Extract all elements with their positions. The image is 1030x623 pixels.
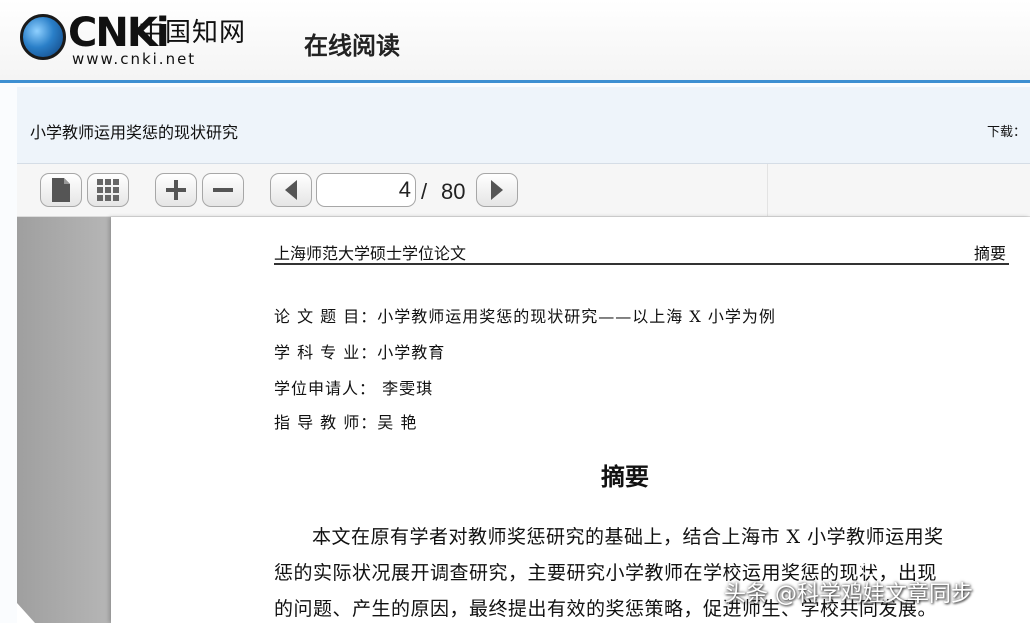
watermark-text: 头条 @科学鸡娃文章同步 xyxy=(724,582,973,607)
running-head-university: 上海师范大学硕士学位论文 xyxy=(274,244,467,263)
page-separator: / xyxy=(421,179,428,204)
page-fold-icon xyxy=(17,603,35,623)
meta-row-thesis-title: 论 文 题 目：小学教师运用奖惩的现状研究——以上海 X 小学为例 xyxy=(274,303,776,327)
meta-value: 小学教师运用奖惩的现状研究——以上海 X 小学为例 xyxy=(377,307,776,326)
next-page-button[interactable] xyxy=(476,173,518,207)
logo-url: www.cnki.net xyxy=(72,50,197,68)
arrow-right-icon xyxy=(491,180,503,200)
download-label[interactable]: 下载： xyxy=(987,121,1026,140)
document-title: 小学教师运用奖惩的现状研究 xyxy=(30,123,239,142)
previous-page-button[interactable] xyxy=(270,173,312,207)
page-icon xyxy=(52,178,70,202)
single-page-view-button[interactable] xyxy=(40,173,82,207)
document-page: 上海师范大学硕士学位论文 摘要 论 文 题 目：小学教师运用奖惩的现状研究——以… xyxy=(111,217,1030,623)
app-title: 在线阅读 xyxy=(304,32,400,60)
minus-icon xyxy=(213,188,233,192)
zoom-in-button[interactable] xyxy=(155,173,197,207)
reader-toolbar: / 80 xyxy=(17,164,1030,217)
meta-value: 李雯琪 xyxy=(376,379,434,398)
meta-row-supervisor: 指 导 教 师：吴 艳 xyxy=(274,409,417,433)
meta-value: 吴 艳 xyxy=(377,413,418,432)
meta-row-major: 学 科 专 业：小学教育 xyxy=(274,339,445,363)
total-pages: 80 xyxy=(441,179,466,204)
abstract-heading: 摘要 xyxy=(601,463,649,491)
viewer-gutter xyxy=(17,217,111,623)
top-bar: CNKi 中国知网 www.cnki.net 在线阅读 xyxy=(0,0,1030,83)
page-number-input[interactable] xyxy=(316,173,416,207)
header-rule xyxy=(274,263,1009,265)
meta-row-applicant: 学位申请人： 李雯琪 xyxy=(274,375,433,399)
zoom-out-button[interactable] xyxy=(202,173,244,207)
meta-label: 论 文 题 目： xyxy=(274,307,378,326)
watermark-icon xyxy=(860,562,882,576)
meta-label: 学 科 专 业： xyxy=(274,343,378,362)
logo-chinese-name: 中国知网 xyxy=(138,18,247,48)
meta-label: 指 导 教 师： xyxy=(274,413,378,432)
cnki-logo[interactable]: CNKi 中国知网 www.cnki.net xyxy=(20,10,250,70)
grid-icon xyxy=(97,179,119,201)
arrow-left-icon xyxy=(285,180,297,200)
document-header: 小学教师运用奖惩的现状研究 下载： xyxy=(17,87,1030,164)
meta-label: 学位申请人： xyxy=(274,379,377,398)
document-viewer[interactable]: 上海师范大学硕士学位论文 摘要 论 文 题 目：小学教师运用奖惩的现状研究——以… xyxy=(17,217,1030,623)
abstract-line: 本文在原有学者对教师奖惩研究的基础上，结合上海市 X 小学教师运用奖 xyxy=(312,526,944,548)
running-head-section: 摘要 xyxy=(973,244,1006,263)
thumbnail-view-button[interactable] xyxy=(87,173,129,207)
toolbar-divider xyxy=(767,164,768,216)
meta-value: 小学教育 xyxy=(377,343,446,362)
globe-icon xyxy=(20,14,66,60)
plus-icon xyxy=(166,180,186,200)
